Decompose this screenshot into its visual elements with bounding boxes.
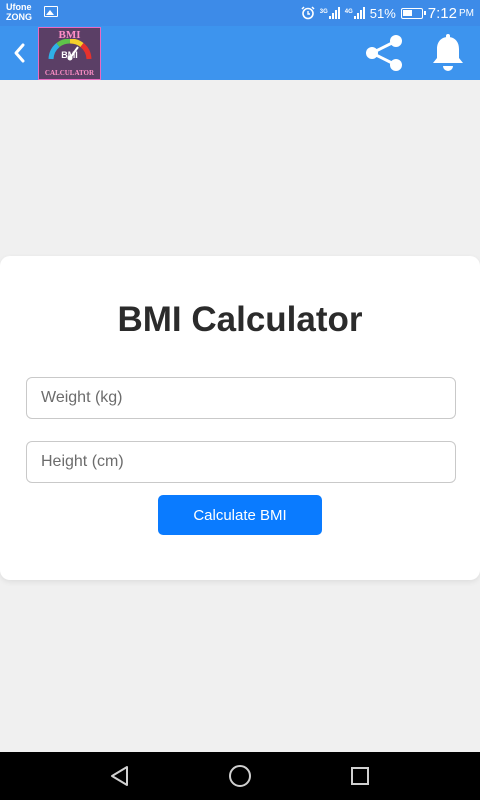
app-logo: BMI BMI CALCULATOR — [38, 27, 101, 80]
back-button[interactable] — [8, 40, 30, 66]
battery-icon — [400, 7, 426, 19]
calculate-bmi-button[interactable]: Calculate BMI — [158, 495, 322, 535]
signal-icon-1 — [328, 7, 340, 19]
bmi-card: BMI Calculator Calculate BMI — [0, 256, 480, 580]
status-bar: Ufone ZONG 3G 4G 51% 7:12 PM — [0, 0, 480, 26]
share-button[interactable] — [360, 32, 408, 74]
nav-recents-button[interactable] — [346, 762, 374, 790]
clock-ampm: PM — [459, 7, 474, 19]
nav-home-button[interactable] — [226, 762, 254, 790]
clock-time: 7:12 — [427, 4, 457, 22]
weight-input[interactable] — [26, 377, 456, 419]
bell-icon — [433, 34, 463, 71]
image-notification-icon — [44, 6, 58, 17]
back-triangle-icon — [111, 766, 128, 786]
carrier-line-1: Ufone — [6, 2, 32, 12]
recents-square-icon — [351, 767, 369, 785]
carrier-label: Ufone ZONG — [6, 2, 32, 22]
home-circle-icon — [229, 765, 251, 787]
status-icons: 3G 4G 51% 7:12 PM — [301, 0, 474, 26]
alarm-icon — [301, 6, 315, 20]
carrier-line-2: ZONG — [6, 12, 32, 22]
nav-back-button[interactable] — [106, 762, 134, 790]
logo-text-mid: BMI — [61, 50, 78, 60]
notification-button[interactable] — [428, 32, 468, 74]
system-nav-bar — [0, 752, 480, 800]
signal-icon-2 — [353, 7, 365, 19]
share-icon — [366, 35, 402, 71]
battery-percent: 51% — [369, 5, 396, 21]
page-title: BMI Calculator — [117, 300, 363, 339]
logo-text-bottom: CALCULATOR — [44, 69, 95, 77]
network-type-1: 3G — [319, 9, 328, 15]
height-input[interactable] — [26, 441, 456, 483]
back-icon — [14, 43, 25, 63]
app-bar: BMI BMI CALCULATOR — [0, 26, 480, 80]
network-type-2: 4G — [344, 9, 353, 15]
